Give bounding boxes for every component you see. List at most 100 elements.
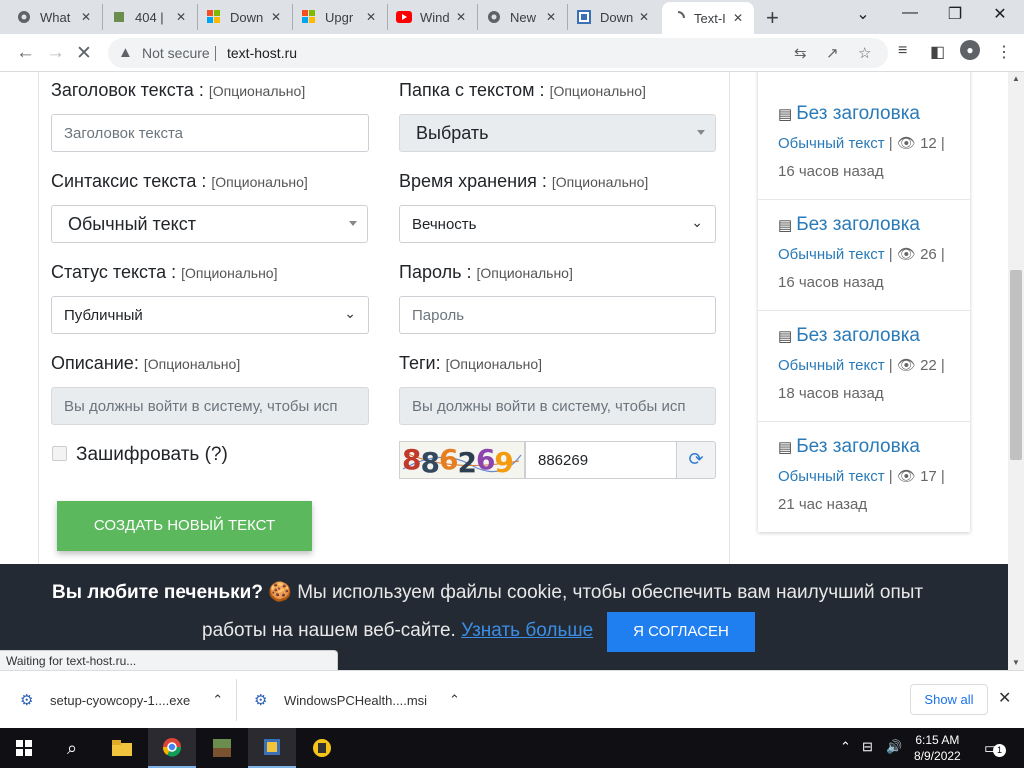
entry-meta: Обычный текст | 👁 22 | bbox=[778, 357, 945, 374]
document-icon: ▤ bbox=[778, 328, 793, 345]
tab-0[interactable]: What ✕ bbox=[8, 4, 103, 30]
close-shelf-icon[interactable]: ✕ bbox=[998, 688, 1011, 708]
refresh-icon: ⟳ bbox=[688, 449, 704, 469]
profile-avatar-icon[interactable]: ● bbox=[960, 40, 980, 60]
search-icon[interactable]: ⌕ bbox=[48, 728, 96, 768]
close-window-button[interactable]: ✕ bbox=[985, 4, 1015, 24]
file-explorer-icon[interactable] bbox=[98, 728, 146, 768]
captcha-text: 886269 bbox=[402, 443, 514, 479]
download-item[interactable]: ⚙ WindowsPCHealth....msi ⌃ bbox=[254, 671, 460, 729]
toolbar: ← → ✕ ▲ Not secure text-host.ru ⇆ ↗ ☆ ≡ … bbox=[0, 34, 1024, 72]
warning-icon[interactable]: ▲ bbox=[118, 44, 133, 61]
tab-7-active[interactable]: Text-I ✕ bbox=[662, 2, 754, 34]
syntax-select[interactable]: Обычный текст bbox=[51, 205, 368, 243]
download-shelf: ⚙ setup-cyowcopy-1....exe ⌃ ⚙ WindowsPCH… bbox=[0, 670, 1024, 728]
syntax-link[interactable]: Обычный текст bbox=[778, 468, 885, 485]
entry-title[interactable]: ▤ Без заголовка bbox=[778, 436, 920, 458]
tab-search-icon[interactable]: ⌄ bbox=[848, 4, 878, 24]
scroll-down-icon[interactable]: ▼ bbox=[1012, 658, 1020, 667]
folder-select[interactable]: Выбрать bbox=[399, 114, 716, 152]
app-icon[interactable] bbox=[298, 728, 346, 768]
syntax-link[interactable]: Обычный текст bbox=[778, 135, 885, 152]
volume-icon[interactable]: 🔊 bbox=[886, 739, 902, 755]
download-item[interactable]: ⚙ setup-cyowcopy-1....exe ⌃ bbox=[20, 671, 223, 729]
create-text-button[interactable]: СОЗДАТЬ НОВЫЙ ТЕКСТ bbox=[57, 501, 312, 551]
close-tab-icon[interactable]: ✕ bbox=[453, 10, 469, 24]
recent-entry: ▤ Без заголовка Обычный текст | 👁 17 | 21… bbox=[758, 422, 970, 533]
security-label[interactable]: Not secure bbox=[142, 45, 210, 61]
entry-title[interactable]: ▤ Без заголовка bbox=[778, 325, 920, 347]
captcha-input[interactable]: 886269 bbox=[525, 441, 677, 479]
close-tab-icon[interactable]: ✕ bbox=[268, 10, 284, 24]
windows-start-icon[interactable] bbox=[0, 728, 48, 768]
encrypt-label[interactable]: Зашифровать (?) bbox=[76, 444, 228, 466]
close-tab-icon[interactable]: ✕ bbox=[730, 11, 746, 25]
captcha-digit: 8 bbox=[402, 443, 422, 476]
eye-icon: 👁 bbox=[896, 468, 916, 485]
scroll-up-icon[interactable]: ▲ bbox=[1012, 74, 1020, 83]
address-bar[interactable]: ▲ Not secure text-host.ru ⇆ ↗ ☆ bbox=[108, 38, 888, 68]
close-tab-icon[interactable]: ✕ bbox=[543, 10, 559, 24]
chevron-up-icon[interactable]: ⌃ bbox=[840, 739, 851, 755]
chrome-taskbar-icon[interactable] bbox=[148, 728, 196, 768]
back-icon[interactable]: ← bbox=[16, 42, 35, 64]
captcha-digit: 9 bbox=[494, 446, 514, 479]
syntax-link[interactable]: Обычный текст bbox=[778, 246, 885, 263]
stop-icon[interactable]: ✕ bbox=[76, 42, 92, 65]
show-all-button[interactable]: Show all bbox=[910, 684, 988, 715]
notification-icon[interactable]: ▭ 1 bbox=[984, 739, 1006, 757]
title-input[interactable]: Заголовок текста bbox=[51, 114, 369, 152]
bookmark-star-icon[interactable]: ☆ bbox=[858, 44, 871, 62]
clock[interactable]: 6:15 AM 8/9/2022 bbox=[914, 732, 961, 764]
syntax-link[interactable]: Обычный текст bbox=[778, 357, 885, 374]
chevron-up-icon[interactable]: ⌃ bbox=[449, 692, 460, 708]
restore-button[interactable]: ❐ bbox=[940, 4, 970, 24]
reading-list-icon[interactable]: ≡ bbox=[898, 42, 907, 60]
chevron-up-icon[interactable]: ⌃ bbox=[212, 692, 223, 708]
password-input[interactable]: Пароль bbox=[399, 296, 716, 334]
url-text[interactable]: text-host.ru bbox=[227, 45, 297, 61]
close-tab-icon[interactable]: ✕ bbox=[173, 10, 189, 24]
tab-6[interactable]: Down ✕ bbox=[568, 4, 660, 30]
refresh-captcha-button[interactable]: ⟳ bbox=[676, 441, 716, 479]
encrypt-checkbox[interactable] bbox=[52, 446, 67, 461]
agree-button[interactable]: Я СОГЛАСЕН bbox=[607, 612, 755, 652]
menu-kebab-icon[interactable]: ⋮ bbox=[996, 42, 1012, 62]
document-icon: ▤ bbox=[778, 439, 793, 456]
translate-icon[interactable]: ⇆ bbox=[794, 44, 807, 62]
recent-texts-sidebar: ▤ Без заголовка Обычный текст | 👁 12 | 16… bbox=[758, 72, 970, 532]
tab-5[interactable]: New ✕ bbox=[478, 4, 568, 30]
share-icon[interactable]: ↗ bbox=[826, 44, 839, 62]
tab-1[interactable]: 404 | ✕ bbox=[103, 4, 198, 30]
cookie-line-2: работы на нашем веб-сайте. Узнать больше bbox=[202, 620, 594, 641]
dropdown-caret-icon bbox=[349, 221, 357, 226]
network-icon[interactable]: ⊟ bbox=[862, 739, 873, 755]
close-tab-icon[interactable]: ✕ bbox=[636, 10, 652, 24]
help-icon[interactable]: (?) bbox=[205, 444, 228, 465]
scrollbar-thumb[interactable] bbox=[1010, 270, 1022, 460]
tab-3[interactable]: Upgr ✕ bbox=[293, 4, 388, 30]
side-panel-icon[interactable]: ◧ bbox=[930, 42, 945, 62]
close-tab-icon[interactable]: ✕ bbox=[78, 10, 94, 24]
entry-title[interactable]: ▤ Без заголовка bbox=[778, 214, 920, 236]
expiry-select[interactable]: Вечность ⌄ bbox=[399, 205, 716, 243]
tab-2[interactable]: Down ✕ bbox=[198, 4, 293, 30]
forward-icon[interactable]: → bbox=[46, 42, 65, 64]
microsoft-icon bbox=[301, 9, 317, 25]
status-select[interactable]: Публичный ⌄ bbox=[51, 296, 369, 334]
new-tab-button[interactable]: + bbox=[766, 5, 779, 31]
learn-more-link[interactable]: Узнать больше bbox=[461, 620, 593, 641]
tab-4[interactable]: Wind ✕ bbox=[388, 4, 478, 30]
description-label: Описание: [Опционально] bbox=[51, 353, 241, 373]
page-scrollbar[interactable]: ▲ ▼ bbox=[1008, 72, 1024, 670]
description-input[interactable]: Вы должны войти в систему, чтобы исп bbox=[51, 387, 369, 425]
minecraft-icon[interactable] bbox=[198, 728, 246, 768]
tags-input[interactable]: Вы должны войти в систему, чтобы исп bbox=[399, 387, 716, 425]
minimize-button[interactable]: — bbox=[895, 4, 925, 22]
recent-entry: ▤ Без заголовка Обычный текст | 👁 12 | 16… bbox=[758, 89, 970, 200]
download-filename: WindowsPCHealth....msi bbox=[284, 692, 428, 708]
close-tab-icon[interactable]: ✕ bbox=[363, 10, 379, 24]
entry-time: 18 часов назад bbox=[778, 385, 884, 402]
entry-title[interactable]: ▤ Без заголовка bbox=[778, 103, 920, 125]
installer-taskbar-icon[interactable] bbox=[248, 728, 296, 768]
